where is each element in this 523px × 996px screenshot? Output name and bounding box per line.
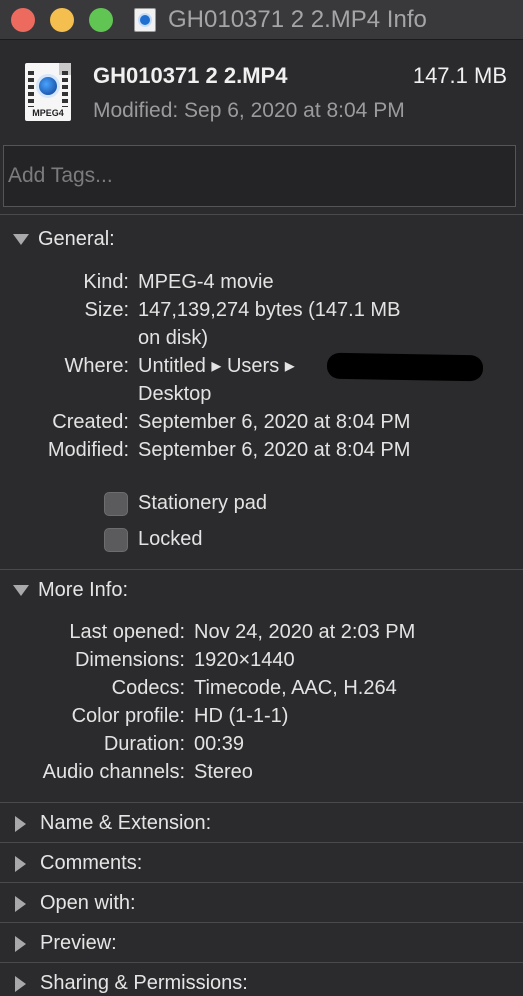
size-value-line2: on disk) bbox=[138, 327, 209, 349]
file-icon-extension-label: MPEG4 bbox=[32, 108, 64, 118]
color-profile-value: HD (1-1-1) bbox=[194, 705, 289, 727]
title-bar: GH010371 2 2.MP4 Info bbox=[0, 0, 523, 40]
divider bbox=[0, 569, 523, 570]
codecs-value: Timecode, AAC, H.264 bbox=[194, 677, 397, 699]
modified-label: Modified: bbox=[47, 439, 129, 461]
divider bbox=[0, 842, 523, 843]
codecs-label: Codecs: bbox=[111, 677, 185, 699]
file-header: MPEG4 GH010371 2 2.MP4 147.1 MB Modified… bbox=[0, 41, 523, 139]
section-sharing-permissions-title: Sharing & Permissions: bbox=[40, 972, 248, 994]
window-title: GH010371 2 2.MP4 Info bbox=[168, 6, 427, 33]
divider bbox=[0, 802, 523, 803]
disclosure-triangle-right-icon bbox=[15, 855, 26, 872]
divider bbox=[0, 962, 523, 963]
locked-checkbox[interactable] bbox=[104, 528, 128, 552]
disclosure-triangle-right-icon bbox=[15, 975, 26, 992]
section-general-toggle[interactable]: General: bbox=[13, 228, 115, 251]
divider bbox=[0, 214, 523, 215]
section-more-info-title: More Info: bbox=[38, 579, 129, 601]
size-value-line1: 147,139,274 bytes (147.1 MB bbox=[138, 299, 401, 321]
section-open-with-title: Open with: bbox=[40, 892, 136, 914]
quicktime-file-icon bbox=[134, 8, 156, 32]
where-value-line1: Untitled ▸ Users ▸ bbox=[138, 355, 295, 377]
locked-label: Locked bbox=[138, 528, 203, 550]
section-sharing-permissions-toggle[interactable]: Sharing & Permissions: bbox=[13, 972, 248, 995]
duration-value: 00:39 bbox=[194, 733, 245, 755]
last-opened-value: Nov 24, 2020 at 2:03 PM bbox=[194, 621, 416, 643]
mpeg4-file-icon: MPEG4 bbox=[25, 63, 71, 121]
modified-value: September 6, 2020 at 8:04 PM bbox=[138, 439, 411, 461]
divider bbox=[0, 882, 523, 883]
created-label: Created: bbox=[52, 411, 129, 433]
divider bbox=[0, 922, 523, 923]
disclosure-triangle-down-icon bbox=[13, 234, 29, 245]
size-label: Size: bbox=[84, 299, 129, 321]
file-name: GH010371 2 2.MP4 bbox=[93, 63, 288, 88]
file-size: 147.1 MB bbox=[412, 63, 507, 88]
duration-label: Duration: bbox=[103, 733, 185, 755]
where-label: Where: bbox=[64, 355, 129, 377]
tags-input[interactable] bbox=[3, 145, 516, 207]
section-comments-title: Comments: bbox=[40, 852, 143, 874]
zoom-button[interactable] bbox=[89, 8, 113, 32]
kind-value: MPEG-4 movie bbox=[138, 271, 274, 293]
kind-label: Kind: bbox=[83, 271, 129, 293]
minimize-button[interactable] bbox=[50, 8, 74, 32]
created-value: September 6, 2020 at 8:04 PM bbox=[138, 411, 411, 433]
disclosure-triangle-down-icon bbox=[13, 585, 29, 596]
audio-channels-label: Audio channels: bbox=[42, 761, 185, 783]
where-value-line2: Desktop bbox=[138, 383, 212, 405]
dimensions-label: Dimensions: bbox=[74, 649, 185, 671]
section-general-title: General: bbox=[38, 228, 115, 250]
dimensions-value: 1920×1440 bbox=[194, 649, 295, 671]
section-more-info-toggle[interactable]: More Info: bbox=[13, 579, 128, 602]
disclosure-triangle-right-icon bbox=[15, 815, 26, 832]
section-open-with-toggle[interactable]: Open with: bbox=[13, 892, 136, 915]
disclosure-triangle-right-icon bbox=[15, 935, 26, 952]
section-name-extension-toggle[interactable]: Name & Extension: bbox=[13, 812, 211, 835]
audio-channels-value: Stereo bbox=[194, 761, 253, 783]
last-opened-label: Last opened: bbox=[69, 621, 185, 643]
section-name-extension-title: Name & Extension: bbox=[40, 812, 212, 834]
stationery-pad-label: Stationery pad bbox=[138, 492, 267, 514]
redaction-mark bbox=[326, 352, 484, 382]
stationery-pad-checkbox[interactable] bbox=[104, 492, 128, 516]
section-comments-toggle[interactable]: Comments: bbox=[13, 852, 142, 875]
disclosure-triangle-right-icon bbox=[15, 895, 26, 912]
file-modified: Modified: Sep 6, 2020 at 8:04 PM bbox=[93, 99, 405, 122]
section-preview-title: Preview: bbox=[40, 932, 117, 954]
color-profile-label: Color profile: bbox=[71, 705, 185, 727]
section-preview-toggle[interactable]: Preview: bbox=[13, 932, 117, 955]
close-button[interactable] bbox=[11, 8, 35, 32]
